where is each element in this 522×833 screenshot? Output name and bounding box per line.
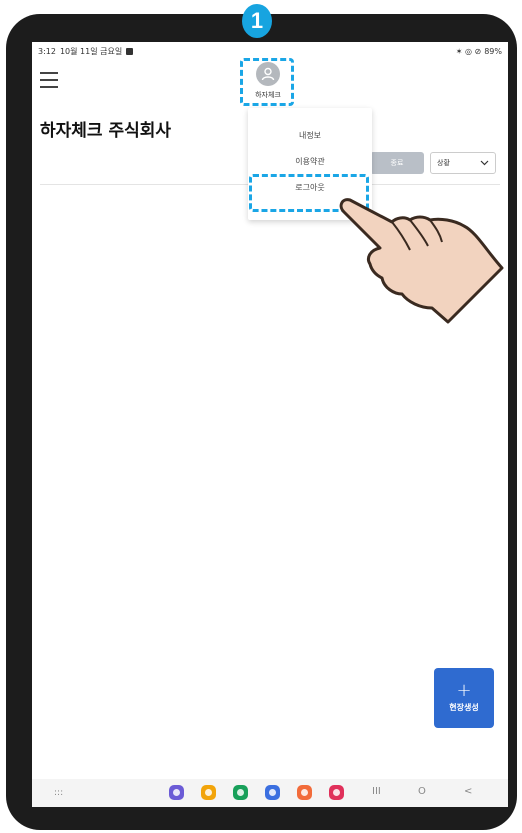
dock-app-icon[interactable]	[233, 785, 248, 800]
sort-select[interactable]: 상황	[430, 152, 496, 174]
system-nav-bar: ::: III O <	[32, 779, 508, 807]
sort-value: 상황	[437, 159, 450, 167]
dock-app-icon[interactable]	[169, 785, 184, 800]
chevron-down-icon	[480, 160, 489, 166]
dock-app-icon[interactable]	[265, 785, 280, 800]
dock-app-icon[interactable]	[297, 785, 312, 800]
status-time: 3:12	[38, 46, 56, 56]
menu-item-my-info[interactable]: 내정보	[248, 124, 372, 146]
screen: 3:12 10월 11일 금요일 ✶ ◎ ⊘ 89% 하자체크 하자체크 주식회…	[32, 42, 508, 807]
home-button[interactable]: O	[418, 786, 426, 797]
pointing-hand-icon	[339, 198, 504, 324]
apps-grid-icon[interactable]: :::	[54, 788, 63, 798]
notification-icon	[126, 47, 134, 55]
dock-app-icon[interactable]	[329, 785, 344, 800]
filter-button[interactable]: 종료	[370, 152, 424, 174]
page-title: 하자체크 주식회사	[40, 121, 172, 141]
dock-app-icon[interactable]	[201, 785, 216, 800]
menu-icon[interactable]	[40, 72, 58, 88]
recent-apps-button[interactable]: III	[372, 786, 381, 797]
status-date: 10월 11일 금요일	[59, 46, 123, 56]
battery-level: 89%	[484, 46, 502, 56]
create-site-label: 현장생성	[449, 703, 479, 712]
plus-icon: +	[456, 680, 472, 701]
back-button[interactable]: <	[464, 786, 472, 797]
status-icons: ✶ ◎ ⊘	[455, 46, 482, 56]
menu-item-terms[interactable]: 이용약관	[248, 150, 372, 172]
create-site-button[interactable]: + 현장생성	[434, 668, 494, 728]
profile-highlight-box	[240, 58, 294, 106]
step-number-badge: 1	[242, 4, 272, 38]
